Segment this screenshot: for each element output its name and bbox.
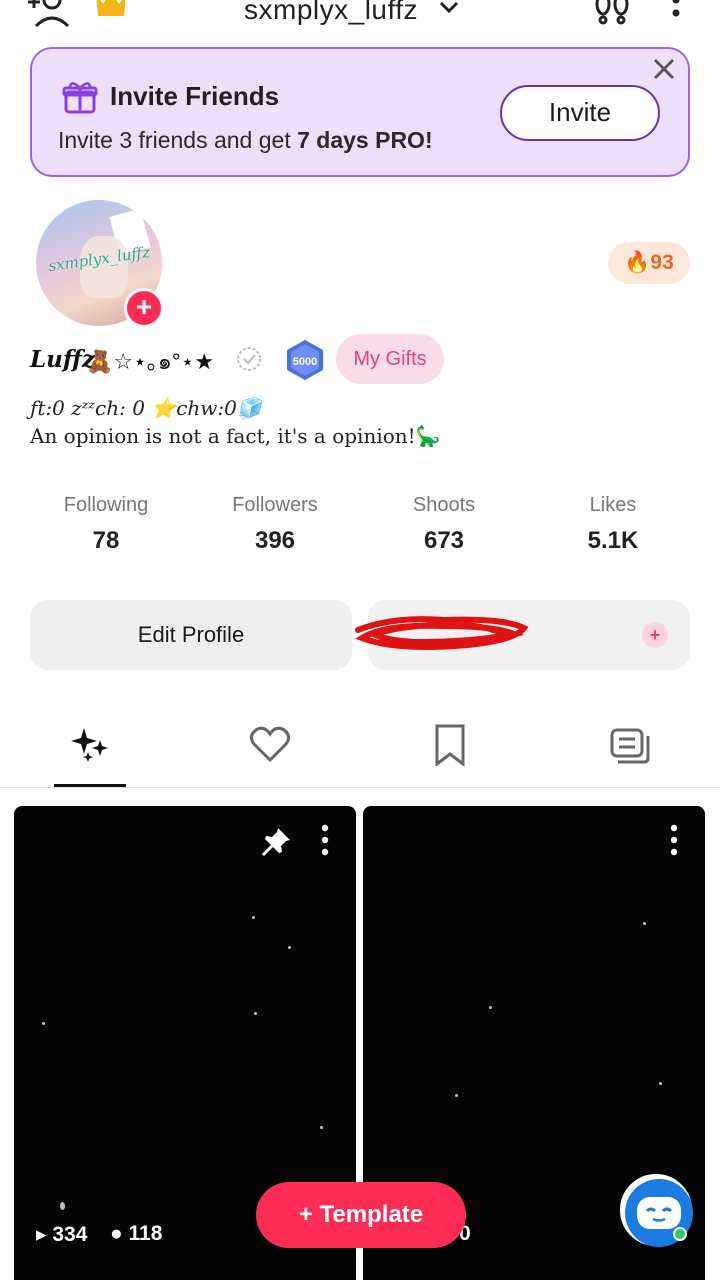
stat-value: 673 <box>423 527 465 554</box>
assistant-bot-button[interactable] <box>620 1174 693 1247</box>
collections-icon[interactable] <box>608 722 652 766</box>
fire-icon: 🔥 <box>624 251 651 274</box>
particle <box>659 1082 662 1085</box>
add-story-button[interactable]: + <box>124 288 164 328</box>
close-icon[interactable] <box>652 57 676 81</box>
edit-profile-button[interactable]: Edit Profile <box>30 600 352 670</box>
gift-icon <box>62 82 98 114</box>
particle <box>643 922 646 925</box>
sparkles-icon[interactable] <box>68 722 112 766</box>
level-badge-text: 5000 <box>293 356 317 368</box>
invite-title: Invite Friends <box>110 81 280 111</box>
stat-label: Likes <box>589 494 637 516</box>
post-likes: ● 118 <box>110 1222 163 1245</box>
post-plays: ▸ 334 <box>36 1223 88 1246</box>
stat-label: Shoots <box>412 494 476 516</box>
stat-likes[interactable]: Likes 5.1K <box>538 494 688 555</box>
stat-value: 78 <box>92 527 120 554</box>
add-user-icon[interactable] <box>26 0 70 30</box>
invite-subtitle-text: Invite 3 friends and get <box>58 127 298 153</box>
post-more-icon[interactable] <box>318 824 332 856</box>
pin-icon[interactable] <box>260 826 292 858</box>
more-options-icon[interactable] <box>664 0 688 26</box>
stat-value: 396 <box>254 527 296 554</box>
particle <box>320 1126 323 1129</box>
level-badge-icon[interactable]: 5000 <box>282 338 328 384</box>
stat-label: Following <box>63 494 149 516</box>
add-button[interactable]: + <box>642 622 668 648</box>
active-tab-indicator <box>54 784 126 787</box>
name-decoration: 🧸☆⋆｡๑°⋆★ <box>86 349 215 374</box>
particle <box>252 916 255 919</box>
redaction-scribble <box>355 616 529 650</box>
profile-tabs <box>0 716 720 788</box>
footprints-icon[interactable] <box>592 0 632 26</box>
bookmark-icon[interactable] <box>428 722 472 766</box>
stat-following[interactable]: Following 78 <box>31 494 181 555</box>
secondary-profile-button[interactable]: + <box>355 600 690 670</box>
bio-line-2: An opinion is not a fact, it's a opinion… <box>30 424 441 448</box>
stat-shoots[interactable]: Shoots 673 <box>369 494 519 555</box>
online-status-dot <box>673 1227 687 1241</box>
invite-subtitle: Invite 3 friends and get 7 days PRO! <box>58 127 433 154</box>
bio-line-1: ƒt:0 zᶻᶻch: 0 ⭐chw:0🧊 <box>30 396 262 420</box>
my-gifts-button[interactable]: My Gifts <box>336 334 444 384</box>
post-more-icon[interactable] <box>667 824 681 856</box>
heart-icon[interactable] <box>248 722 292 766</box>
stat-followers[interactable]: Followers 396 <box>200 494 350 555</box>
streak-count: 93 <box>650 251 674 274</box>
particle <box>254 1012 257 1015</box>
particle <box>489 1006 492 1009</box>
crown-icon[interactable] <box>94 0 128 22</box>
particle <box>42 1022 45 1025</box>
invite-subtitle-bold: 7 days PRO! <box>297 127 433 153</box>
stat-value: 5.1K <box>587 527 639 554</box>
account-username[interactable]: sxmplyx_luffz <box>244 0 418 26</box>
name-row: Luffz 🧸☆⋆｡๑°⋆★ 5000 My Gifts <box>30 334 690 384</box>
top-bar: sxmplyx_luffz <box>0 0 720 40</box>
template-button[interactable]: + Template <box>256 1182 466 1248</box>
particle <box>288 946 291 949</box>
particle <box>60 1202 65 1210</box>
streak-badge[interactable]: 🔥93 <box>608 242 690 284</box>
chevron-down-icon[interactable] <box>438 0 460 18</box>
stat-label: Followers <box>232 494 318 516</box>
verify-icon[interactable] <box>236 346 262 372</box>
invite-banner: Invite Friends Invite 3 friends and get … <box>30 47 690 177</box>
invite-button[interactable]: Invite <box>500 85 660 141</box>
particle <box>455 1094 458 1097</box>
